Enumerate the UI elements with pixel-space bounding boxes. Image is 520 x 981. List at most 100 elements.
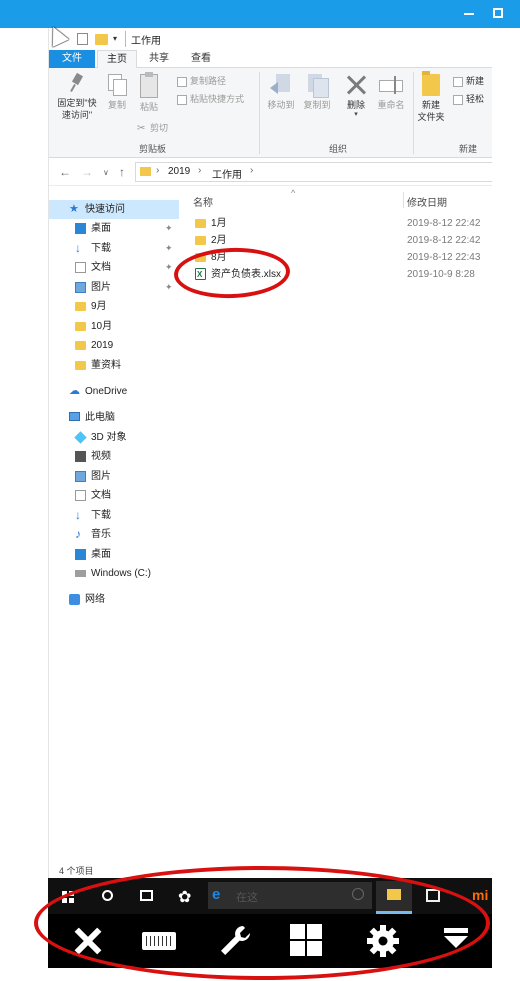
tab-home[interactable]: 主页 [97,50,137,68]
file-explorer-window: ▾ 工作用 文件 主页 共享 查看 固定到"快 速访问" 复制 粘贴 复制路径 … [48,28,492,878]
column-header-name[interactable]: 名称 [193,194,213,209]
up-arrow-icon[interactable]: ↑ [119,165,125,179]
clipboard-group-label: 剪贴板 [139,144,167,154]
column-header-date[interactable]: 修改日期 [407,194,447,209]
windows-icon[interactable] [290,924,322,956]
nav-item-network[interactable]: 网络 [49,590,179,609]
maximize-button[interactable] [493,8,503,18]
ribbon-tabs: 文件 主页 共享 查看 [49,50,492,68]
forward-arrow-icon[interactable]: → [81,165,93,179]
file-name: 8月 [211,252,227,263]
nav-item-quick-access[interactable]: ★ 快速访问 [49,200,179,219]
music-icon: ♪ [75,527,81,541]
excel-file-icon [195,266,206,283]
nav-label: OneDrive [85,386,128,397]
nav-item-dong-data[interactable]: 董资料 [49,356,179,375]
paste-button[interactable]: 粘贴 [135,72,163,113]
document-icon [75,262,86,273]
nav-item-desktop[interactable]: 桌面 ✦ [49,219,179,238]
breadcrumb-work[interactable]: 工作用 [212,166,242,181]
video-icon [75,451,86,462]
breadcrumb-separator[interactable]: › [198,165,201,176]
file-date: 2019-8-12 22:42 [407,235,481,246]
keyboard-icon[interactable] [140,922,178,960]
nav-item-downloads[interactable]: ↓ 下载 ✦ [49,239,179,258]
start-button[interactable] [62,891,74,903]
address-bar[interactable]: › 2019 › 工作用 › [135,162,492,182]
easy-access-button[interactable]: 轻松 [453,93,484,105]
folder-icon [195,236,206,245]
store-icon[interactable] [426,889,440,902]
breadcrumb-separator[interactable]: › [250,165,253,176]
delete-icon [345,74,367,96]
breadcrumb-separator[interactable]: › [156,165,159,176]
task-view-icon[interactable] [140,890,153,901]
wrench-icon[interactable] [216,922,254,960]
tab-file[interactable]: 文件 [49,50,95,68]
file-row[interactable]: 资产负债表.xlsx 2019-10-9 8:28 [191,266,491,283]
nav-item-pc-desktop[interactable]: 桌面 [49,545,179,564]
cortana-icon[interactable] [102,890,113,901]
copy-path-button[interactable]: 复制路径 [177,75,226,87]
taskbar-file-explorer[interactable] [376,881,412,914]
nav-item-pictures[interactable]: 图片 ✦ [49,278,179,297]
app-fan-icon[interactable]: ✿ [178,887,191,907]
network-icon [69,594,80,605]
nav-item-windows-drive[interactable]: Windows (C:) [49,564,179,583]
breadcrumb-2019[interactable]: 2019 [168,166,190,177]
copy-to-label: 复制到 [303,100,331,110]
folder-icon [75,341,86,350]
nav-item-oct[interactable]: 10月 [49,317,179,336]
recent-locations-icon[interactable]: ∨ [103,168,109,177]
file-row[interactable]: 1月 2019-8-12 22:42 [191,215,491,232]
file-row[interactable]: 8月 2019-8-12 22:43 [191,249,491,266]
nav-item-pc-downloads[interactable]: ↓ 下载 [49,506,179,525]
properties-icon[interactable] [77,33,88,45]
new-folder-button[interactable]: 新建 文件夹 [415,71,447,123]
download-icon: ↓ [75,508,81,522]
copy-path-label: 复制路径 [190,76,227,86]
edge-icon[interactable]: e [212,886,220,903]
copy-button[interactable]: 复制 [103,74,131,111]
tab-share[interactable]: 共享 [141,50,177,68]
nav-item-documents[interactable]: 文档 ✦ [49,258,179,277]
new-item-label: 新建 [466,76,485,86]
rename-button[interactable]: 重命名 [373,74,409,111]
qat-dropdown-icon[interactable]: ▾ [113,34,117,43]
nav-item-onedrive[interactable]: ☁ OneDrive [49,382,179,401]
pin-quick-access-button[interactable]: 固定到"快 速访问" [53,74,101,121]
nav-item-pc-pictures[interactable]: 图片 [49,467,179,486]
nav-label: 桌面 [91,549,111,560]
nav-item-3d-objects[interactable]: 3D 对象 [49,428,179,447]
file-date: 2019-8-12 22:43 [407,252,481,263]
cut-button[interactable]: ✂ 剪切 [137,122,168,134]
search-placeholder: 在这 [236,892,258,904]
mi-icon[interactable]: mi [472,887,488,903]
nav-item-2019[interactable]: 2019 [49,336,179,355]
nav-item-this-pc[interactable]: 此电脑 [49,408,179,427]
nav-label: Windows (C:) [91,568,152,579]
paste-shortcut-icon [177,94,187,105]
nav-label: 文档 [91,262,111,273]
back-arrow-icon[interactable]: ← [59,165,71,179]
hide-toolbar-icon[interactable] [440,922,478,960]
copy-to-button[interactable]: 复制到 [299,74,335,111]
column-separator[interactable] [403,192,404,208]
nav-item-sept[interactable]: 9月 [49,297,179,316]
delete-dropdown-icon[interactable]: ▾ [343,111,369,119]
taskbar-search-box[interactable]: e 在这 [208,882,372,909]
nav-item-music[interactable]: ♪ 音乐 [49,525,179,544]
nav-item-videos[interactable]: 视频 [49,447,179,466]
tab-view[interactable]: 查看 [183,50,219,68]
delete-button[interactable]: 删除 ▾ [343,74,369,119]
close-icon[interactable] [68,922,106,960]
gear-icon[interactable] [364,922,402,960]
minimize-button[interactable] [464,8,474,15]
scissors-icon: ✂ [137,122,146,134]
paste-shortcut-button[interactable]: 粘贴快捷方式 [177,93,244,105]
nav-item-pc-documents[interactable]: 文档 [49,486,179,505]
new-item-button[interactable]: 新建 [453,75,484,87]
new-folder-qat-icon[interactable] [95,34,108,45]
file-row[interactable]: 2月 2019-8-12 22:42 [191,232,491,249]
move-to-button[interactable]: 移动到 [263,74,299,111]
